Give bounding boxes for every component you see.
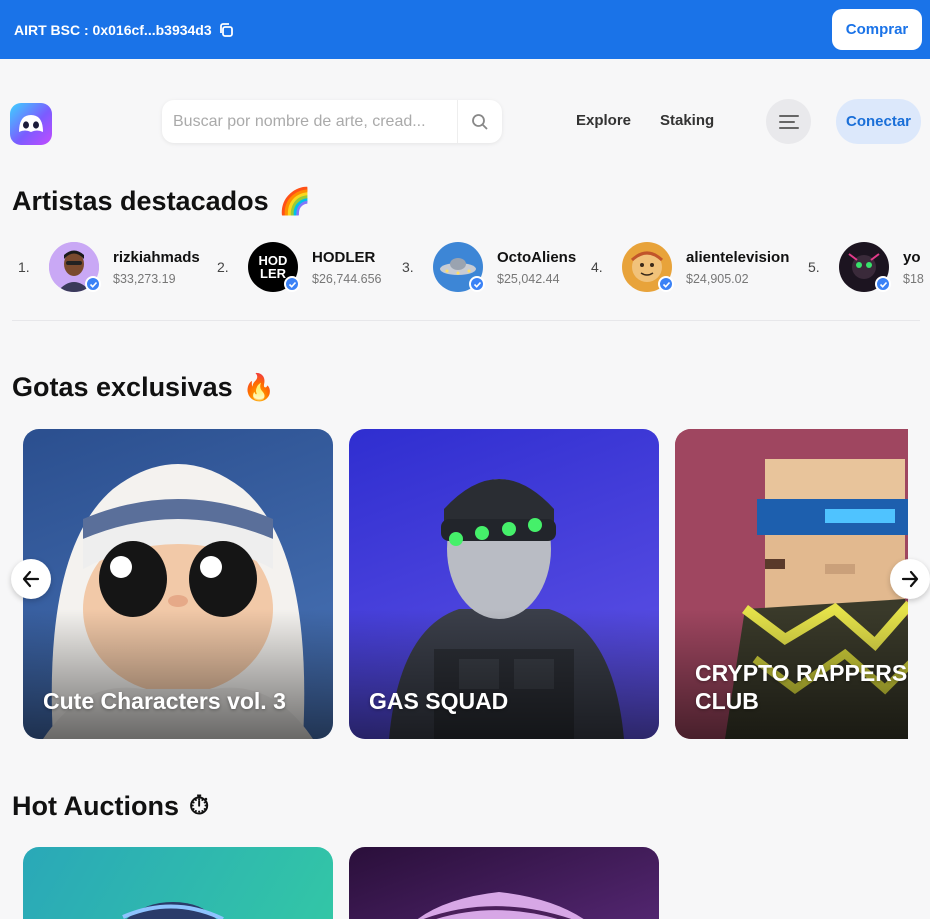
featured-artists-title: Artistas destacados: [12, 186, 269, 216]
menu-button[interactable]: [766, 99, 811, 144]
nav-explore[interactable]: Explore: [576, 112, 631, 129]
drop-card[interactable]: GAS SQUAD: [349, 429, 659, 739]
artist-name: alientelevision: [686, 248, 790, 266]
auction-card-image: [122, 902, 224, 919]
carousel-next-button[interactable]: [890, 559, 930, 599]
exclusive-drops-heading: Gotas exclusivas 🔥: [12, 372, 275, 403]
verified-badge-icon: [875, 276, 891, 292]
contract-address-label: AIRT BSC : 0x016cf...b3934d3: [14, 21, 212, 38]
artist-name: OctoAliens: [497, 248, 577, 266]
artist-rank: 3.: [402, 259, 414, 275]
artist-rank: 1.: [18, 259, 30, 275]
hot-auctions-list: [0, 847, 930, 919]
artist-name: rizkiahmads: [113, 248, 200, 266]
carousel-prev-button[interactable]: [11, 559, 51, 599]
exclusive-drops-carousel: Cute Characters vol. 3 GAS SQUAD CRYPTO …: [0, 429, 908, 739]
fire-icon: 🔥: [242, 372, 276, 403]
app-logo[interactable]: [10, 103, 52, 145]
drop-card-title: GAS SQUAD: [369, 688, 509, 714]
artist-item[interactable]: 2. HOD LER HODLER $26,744.656: [217, 241, 382, 293]
exclusive-drops-title: Gotas exclusivas: [12, 372, 233, 402]
card-overlay: [23, 609, 333, 739]
hot-auctions-heading: Hot Auctions ⏱: [12, 791, 209, 822]
drop-card-title: CRYPTO RAPPERS CLUB: [695, 660, 908, 714]
artist-avatar: [49, 242, 101, 292]
artist-avatar: [433, 242, 485, 292]
drop-card[interactable]: CRYPTO RAPPERS CLUB: [675, 429, 908, 739]
artist-item[interactable]: 3. OctoAliens $25,042.44: [402, 241, 576, 293]
featured-artists-heading: Artistas destacados 🌈: [12, 186, 311, 217]
buy-button[interactable]: Comprar: [832, 9, 922, 50]
artist-volume: $18: [903, 271, 924, 286]
artist-avatar: HOD LER: [248, 242, 300, 292]
hodler-logo: HOD LER: [258, 253, 288, 281]
verified-badge-icon: [284, 276, 300, 292]
hamburger-icon: [778, 114, 799, 129]
artist-volume: $33,273.19: [113, 271, 176, 286]
artist-name: HODLER: [312, 248, 376, 266]
connect-wallet-button[interactable]: Conectar: [836, 99, 921, 144]
featured-artists-list: 1. rizkiahmads $33,273.19 2. HOD LER HOD…: [0, 241, 930, 295]
verified-badge-icon: [469, 276, 485, 292]
arrow-left-icon: [22, 570, 40, 588]
auction-card-image: [417, 892, 584, 919]
section-divider: [12, 320, 920, 321]
artist-volume: $25,042.44: [497, 271, 560, 286]
verified-badge-icon: [85, 276, 101, 292]
artist-item[interactable]: 5. yo $18: [808, 241, 930, 293]
contract-address[interactable]: AIRT BSC : 0x016cf...b3934d3: [14, 22, 234, 38]
artist-item[interactable]: 1. rizkiahmads $33,273.19: [18, 241, 200, 293]
main-header: Explore Staking Conectar: [0, 59, 930, 186]
verified-badge-icon: [658, 276, 674, 292]
drop-card-title: Cute Characters vol. 3: [43, 688, 286, 714]
drop-card[interactable]: Cute Characters vol. 3: [23, 429, 333, 739]
search-icon[interactable]: [458, 100, 501, 143]
stopwatch-icon: ⏱: [188, 791, 210, 821]
copy-icon[interactable]: [218, 22, 234, 38]
artist-item[interactable]: 4. alientelevision $24,905.02: [591, 241, 789, 293]
arrow-right-icon: [901, 570, 919, 588]
card-overlay: [349, 609, 659, 739]
nav-staking[interactable]: Staking: [660, 112, 714, 129]
search-input[interactable]: [162, 112, 457, 131]
artist-rank: 2.: [217, 259, 229, 275]
hot-auctions-title: Hot Auctions: [12, 791, 179, 821]
rainbow-icon: 🌈: [278, 186, 311, 217]
auction-card[interactable]: [349, 847, 659, 919]
artist-rank: 4.: [591, 259, 603, 275]
artist-rank: 5.: [808, 259, 820, 275]
search-bar: [162, 100, 502, 143]
artist-avatar: [622, 242, 674, 292]
artist-volume: $26,744.656: [312, 271, 382, 286]
artist-name: yo: [903, 248, 921, 266]
top-bar: AIRT BSC : 0x016cf...b3934d3 Comprar: [0, 0, 930, 59]
artist-avatar: [839, 242, 891, 292]
artist-volume: $24,905.02: [686, 271, 749, 286]
auction-card[interactable]: [23, 847, 333, 919]
